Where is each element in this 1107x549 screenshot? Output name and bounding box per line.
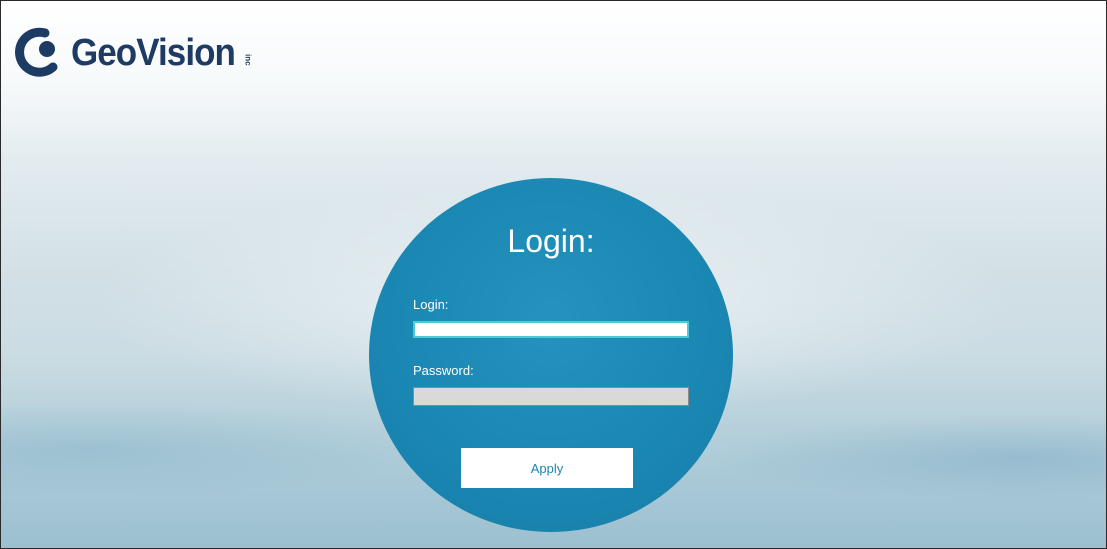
password-input[interactable] (413, 387, 689, 406)
password-label: Password: (413, 363, 474, 378)
login-input[interactable] (413, 321, 689, 338)
login-page: GeoVision inc Login: Login: Password: Ap… (0, 0, 1107, 549)
login-title: Login: (507, 223, 595, 259)
geovision-logo-icon (15, 27, 58, 77)
logo-inc: inc (243, 54, 253, 66)
logo-wordmark: GeoVision (71, 31, 236, 74)
geovision-logo: GeoVision inc (13, 23, 252, 83)
login-label: Login: (413, 297, 449, 312)
apply-button[interactable]: Apply (461, 448, 633, 488)
